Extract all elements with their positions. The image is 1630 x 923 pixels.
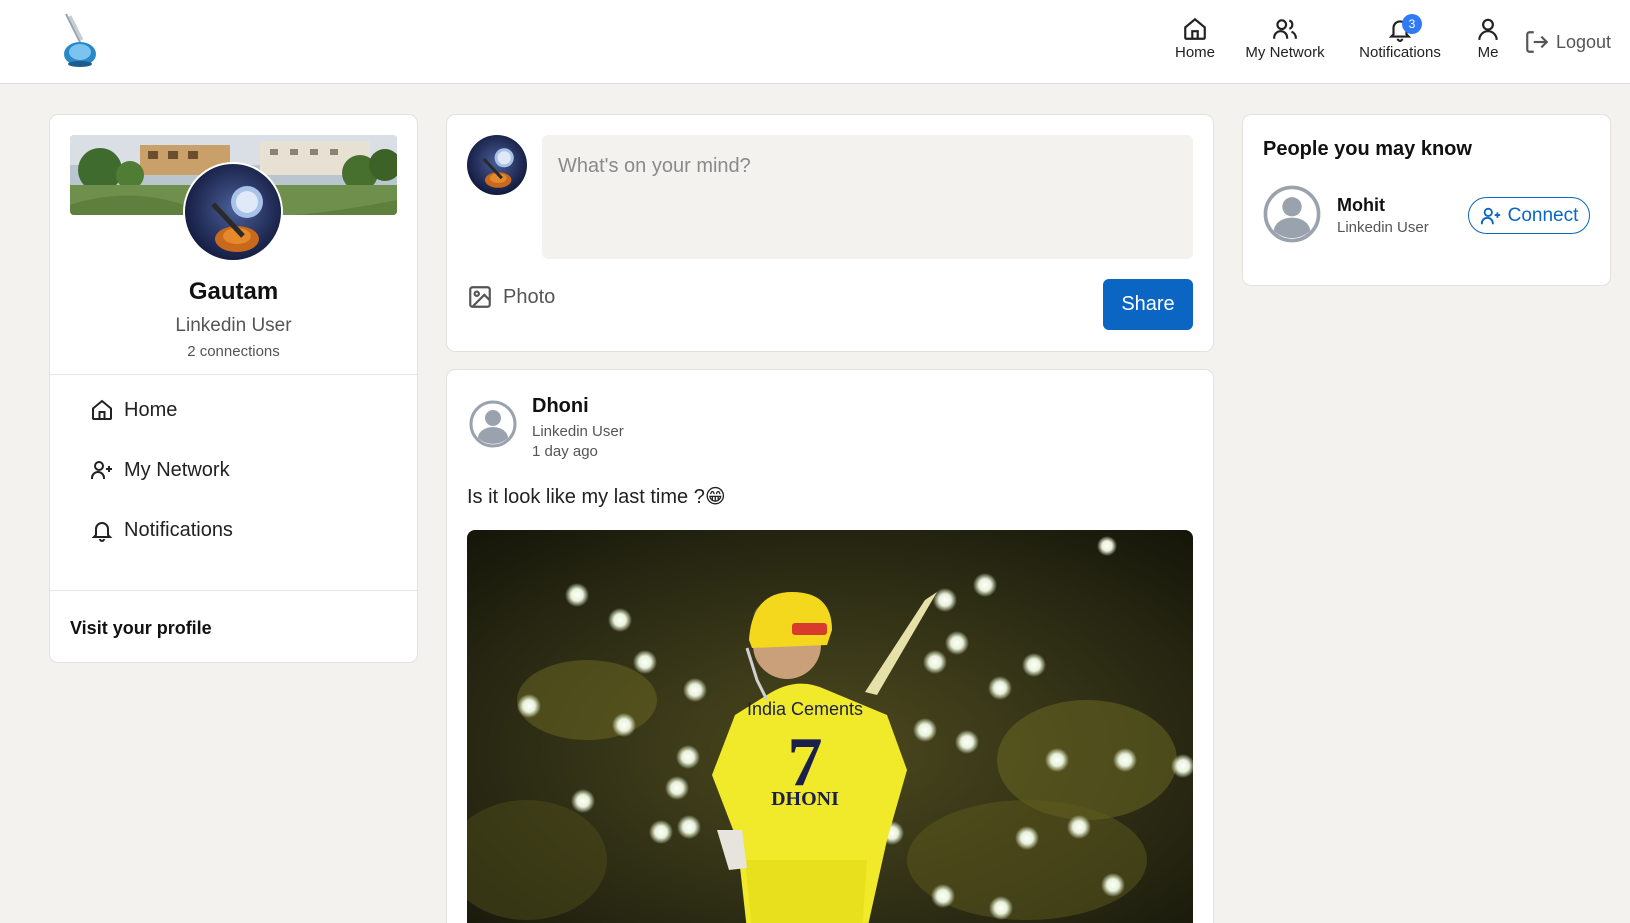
add-user-icon [1480, 207, 1500, 224]
bell-icon [91, 522, 113, 542]
suggestion-name[interactable]: Mohit [1337, 195, 1385, 216]
sidebar-item-label: My Network [124, 458, 230, 481]
home-icon [92, 399, 112, 420]
sidebar-item-label: Notifications [124, 518, 233, 541]
profile-avatar[interactable] [183, 162, 283, 262]
feed-post: Dhoni Linkedin User 1 day ago Is it look… [447, 370, 1213, 923]
sidebar-item-label: Home [124, 398, 178, 421]
notifications-badge: 3 [1402, 14, 1422, 34]
logout-label: Logout [1556, 31, 1612, 52]
visit-profile-link[interactable]: Visit your profile [70, 618, 212, 639]
add-photo-button[interactable]: Photo [467, 282, 555, 312]
post-author-avatar[interactable] [469, 400, 517, 448]
people-you-may-know-card: People you may know Mohit Linkedin User … [1243, 115, 1610, 285]
composer-avatar [467, 135, 527, 195]
divider [50, 590, 417, 591]
suggestion-avatar[interactable] [1263, 185, 1321, 243]
photo-label: Photo [503, 285, 556, 308]
post-composer: Photo Share [447, 115, 1213, 351]
divider [50, 374, 417, 375]
nav-my-network[interactable]: My Network [1240, 16, 1330, 66]
nav-me[interactable]: Me [1468, 16, 1508, 66]
profile-name[interactable]: Gautam [50, 278, 417, 306]
post-image[interactable]: India Cements 7 DHONI [467, 530, 1193, 923]
post-timestamp: 1 day ago [532, 443, 598, 460]
jersey-name: DHONI [771, 788, 839, 810]
nav-notifications-label: Notifications [1359, 44, 1441, 61]
share-button[interactable]: Share [1103, 279, 1193, 330]
add-user-icon [91, 461, 112, 479]
suggestions-title: People you may know [1263, 138, 1472, 160]
logout-button[interactable]: Logout [1524, 28, 1611, 56]
nav-me-label: Me [1477, 44, 1499, 61]
suggestion-title: Linkedin User [1337, 219, 1429, 236]
home-icon [1184, 17, 1206, 40]
profile-connections[interactable]: 2 connections [50, 343, 417, 360]
image-icon [469, 286, 491, 308]
jersey-sponsor: India Cements [747, 699, 863, 719]
app-logo[interactable] [60, 12, 100, 68]
sidebar-item-my-network[interactable]: My Network [90, 455, 230, 485]
post-author-title: Linkedin User [532, 423, 624, 440]
users-icon [1273, 19, 1297, 39]
top-navbar: Home My Network 3 Notifications Me Logou… [0, 0, 1630, 84]
nav-network-label: My Network [1245, 44, 1325, 61]
profile-title: Linkedin User [175, 315, 292, 336]
user-icon [1478, 18, 1498, 40]
post-input[interactable] [542, 135, 1193, 259]
profile-card: Gautam Linkedin User 2 connections Home … [50, 115, 417, 662]
connect-button[interactable]: Connect [1468, 197, 1590, 234]
nav-notifications[interactable]: 3 Notifications [1350, 14, 1450, 66]
connect-label: Connect [1507, 204, 1579, 226]
nav-home[interactable]: Home [1170, 16, 1220, 66]
sidebar-item-home[interactable]: Home [90, 395, 177, 425]
nav-home-label: Home [1174, 44, 1215, 61]
post-author-name[interactable]: Dhoni [532, 395, 589, 418]
sidebar-item-notifications[interactable]: Notifications [90, 515, 233, 545]
logout-icon [1526, 31, 1549, 53]
post-text: Is it look like my last time ?😁 [467, 486, 726, 508]
